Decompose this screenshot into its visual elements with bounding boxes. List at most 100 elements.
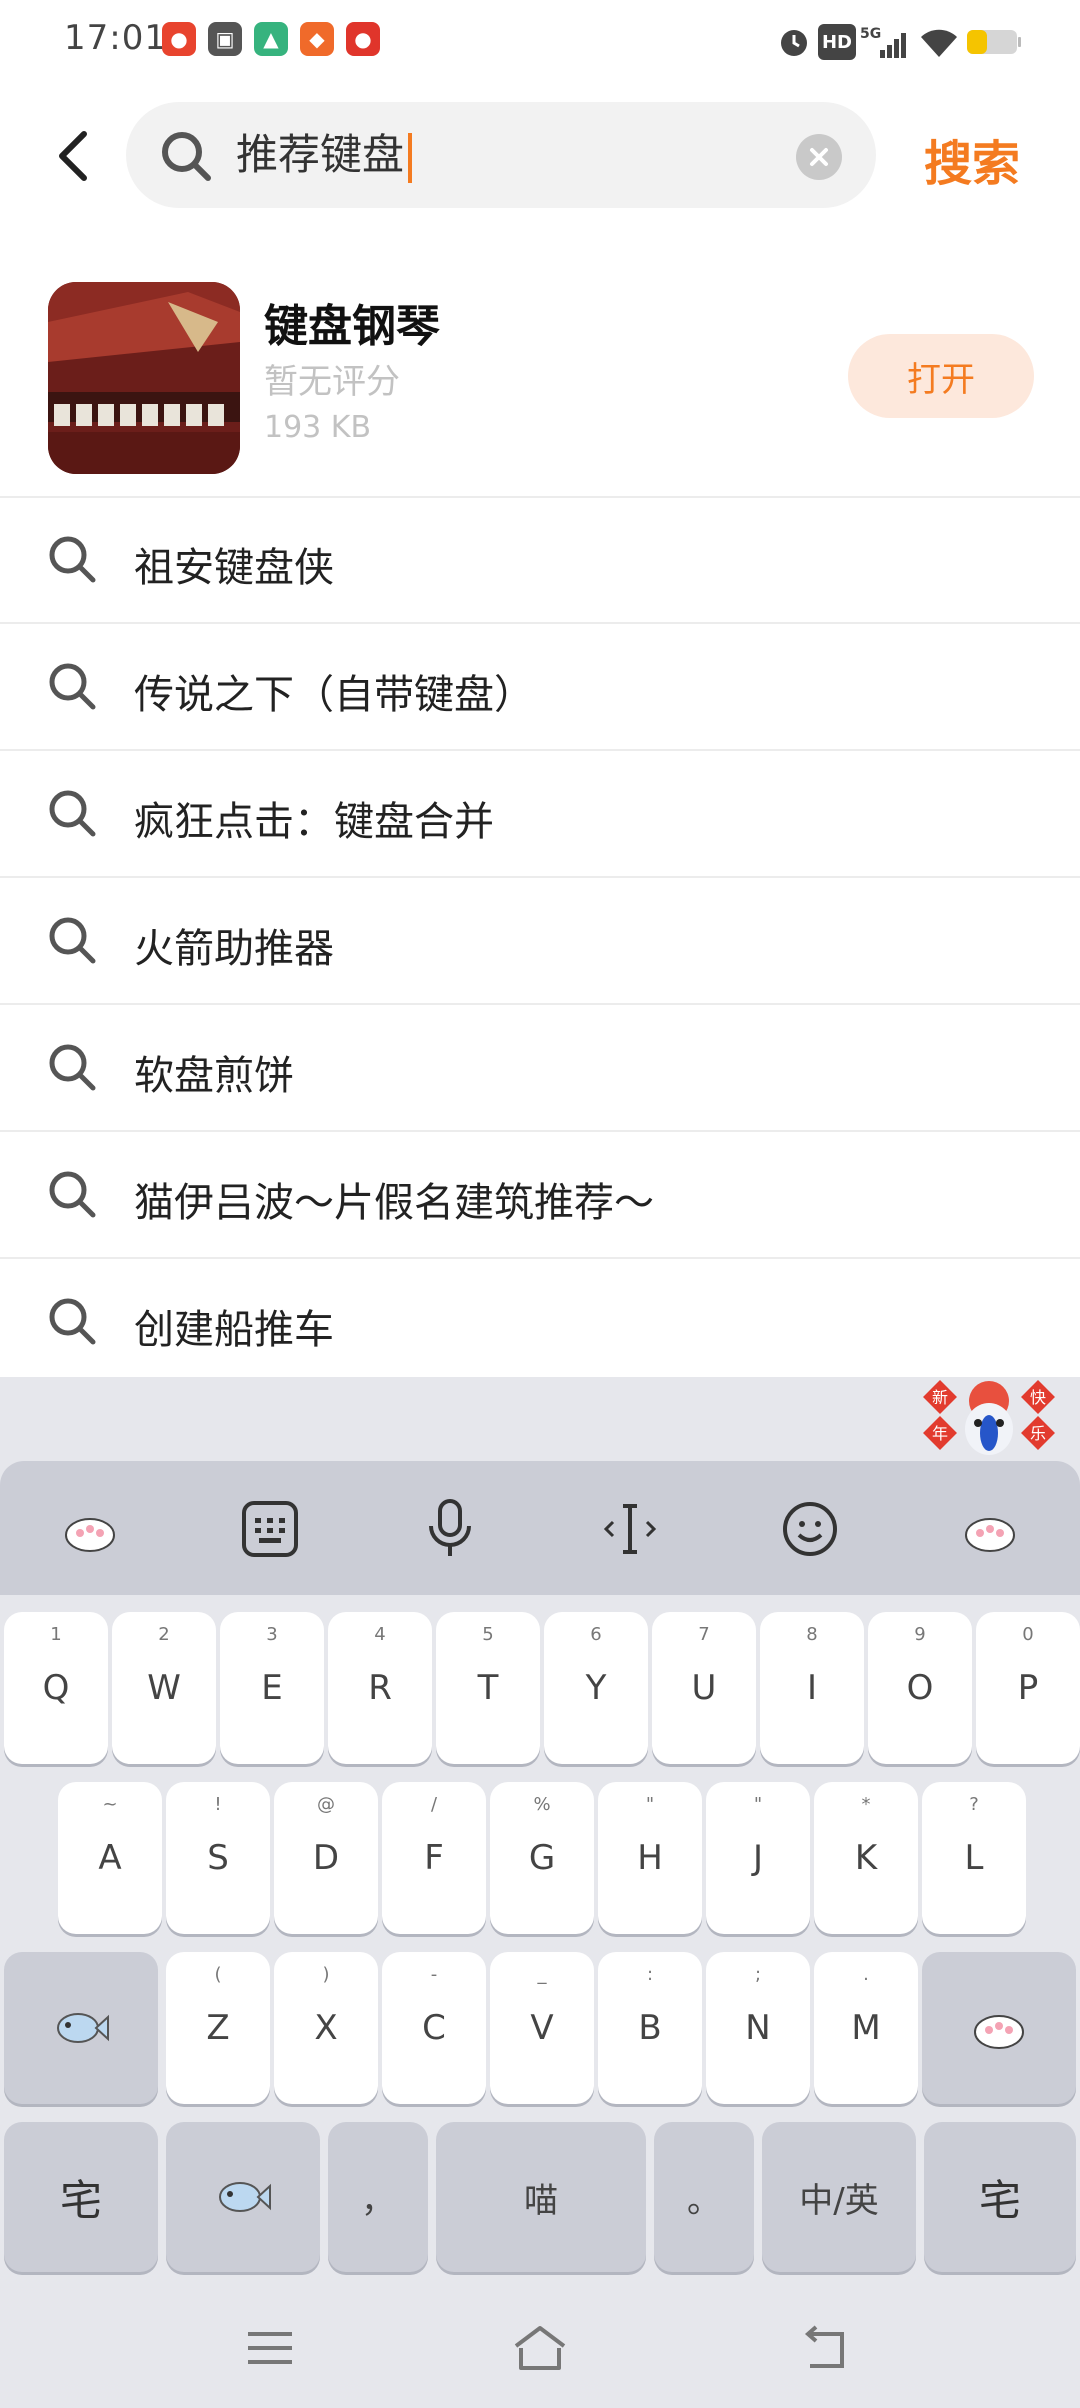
paw-icon[interactable] bbox=[52, 1491, 128, 1567]
key-f[interactable]: / F bbox=[382, 1782, 486, 1934]
key-o[interactable]: 9O bbox=[868, 1612, 972, 1764]
symbols-key[interactable]: 宅 bbox=[4, 2122, 158, 2272]
wifi-icon bbox=[916, 24, 962, 60]
key-label: K bbox=[854, 1838, 878, 1878]
delete-key[interactable] bbox=[922, 1952, 1076, 2104]
key-d[interactable]: @ D bbox=[274, 1782, 378, 1934]
key-y[interactable]: 6Y bbox=[544, 1612, 648, 1764]
app-size: 193 KB bbox=[264, 410, 372, 445]
enter-key[interactable]: 宅 bbox=[924, 2122, 1076, 2272]
key-b[interactable]: :B bbox=[598, 1952, 702, 2104]
app-icon bbox=[48, 282, 240, 474]
key-label: V bbox=[530, 2008, 554, 2048]
back-button[interactable] bbox=[44, 118, 100, 194]
key-m[interactable]: .M bbox=[814, 1952, 918, 2104]
key-e[interactable]: 3E bbox=[220, 1612, 324, 1764]
suggestion-item[interactable]: 祖安键盘侠 bbox=[0, 497, 1080, 624]
mascot-char-3: 乐 bbox=[1030, 1424, 1046, 1443]
suggestion-text: 火箭助推器 bbox=[134, 926, 334, 972]
key-z[interactable]: (Z bbox=[166, 1952, 270, 2104]
key-label: I bbox=[806, 1668, 818, 1708]
space-key[interactable]: 喵 bbox=[436, 2122, 646, 2272]
suggestion-item[interactable]: 传说之下（自带键盘） bbox=[0, 624, 1080, 751]
key-q[interactable]: 1Q bbox=[4, 1612, 108, 1764]
suggestion-item[interactable]: 火箭助推器 bbox=[0, 878, 1080, 1005]
shift-key[interactable] bbox=[4, 1952, 158, 2104]
app-result-card[interactable]: 键盘钢琴 暂无评分 193 KB 打开 bbox=[0, 270, 1080, 496]
key-c[interactable]: -C bbox=[382, 1952, 486, 2104]
key-s[interactable]: ! S bbox=[166, 1782, 270, 1934]
svg-text:5G: 5G bbox=[860, 26, 881, 42]
fish-icon bbox=[57, 2013, 109, 2043]
language-switch-key[interactable]: 中/英 bbox=[762, 2122, 916, 2272]
key-k[interactable]: * K bbox=[814, 1782, 918, 1934]
search-icon bbox=[49, 917, 96, 964]
keyboard-toolbar bbox=[0, 1461, 1080, 1595]
clear-search-button[interactable] bbox=[796, 134, 842, 180]
suggestion-item[interactable]: 猫伊吕波～片假名建筑推荐～ bbox=[0, 1132, 1080, 1259]
new-year-mascot-icon: 新 年 快 乐 bbox=[920, 1377, 1060, 1459]
suggestion-item[interactable]: 软盘煎饼 bbox=[0, 1005, 1080, 1132]
emoji-icon[interactable] bbox=[772, 1491, 848, 1567]
suggestion-item[interactable]: 创建船推车 bbox=[0, 1259, 1080, 1386]
key-i[interactable]: 8I bbox=[760, 1612, 864, 1764]
key-j[interactable]: " J bbox=[706, 1782, 810, 1934]
app-notif-icon: ◆ bbox=[300, 22, 334, 56]
key-t[interactable]: 5T bbox=[436, 1612, 540, 1764]
search-input[interactable]: 推荐键盘 bbox=[126, 102, 876, 208]
menu-nav-button[interactable] bbox=[230, 2308, 310, 2388]
suggestion-text: 疯狂点击：键盘合并 bbox=[134, 799, 494, 845]
key-w[interactable]: 2W bbox=[112, 1612, 216, 1764]
key-a[interactable]: ~ A bbox=[58, 1782, 162, 1934]
comma-key[interactable]: ， bbox=[328, 2122, 428, 2272]
signal-icon: 5G bbox=[860, 24, 908, 60]
key-x[interactable]: ) X bbox=[274, 1952, 378, 2104]
key-l[interactable]: ? L bbox=[922, 1782, 1026, 1934]
key-symbol: 0 bbox=[1022, 1624, 1034, 1645]
search-icon bbox=[49, 536, 96, 583]
period-key[interactable]: 。 bbox=[654, 2122, 754, 2272]
key-label: T bbox=[477, 1668, 499, 1708]
search-button[interactable]: 搜索 bbox=[924, 124, 1020, 194]
key-label: W bbox=[147, 1668, 181, 1708]
suggestion-text: 猫伊吕波～片假名建筑推荐～ bbox=[134, 1180, 654, 1226]
key-u[interactable]: 7U bbox=[652, 1612, 756, 1764]
home-nav-button[interactable] bbox=[500, 2308, 580, 2388]
hd-badge: HD bbox=[818, 24, 856, 60]
open-app-button[interactable]: 打开 bbox=[848, 334, 1034, 418]
key-label: N bbox=[745, 2008, 771, 2048]
microphone-icon[interactable] bbox=[412, 1491, 488, 1567]
back-arrow-icon bbox=[804, 2325, 844, 2368]
suggestion-text: 传说之下（自带键盘） bbox=[134, 672, 534, 718]
search-query-text[interactable]: 推荐键盘 bbox=[236, 126, 413, 184]
search-icon bbox=[49, 790, 96, 837]
key-symbol: . bbox=[863, 1964, 869, 1985]
key-p[interactable]: 0P bbox=[976, 1612, 1080, 1764]
app-name: 键盘钢琴 bbox=[264, 301, 440, 352]
key-symbol: 4 bbox=[374, 1624, 386, 1645]
paw-icon[interactable] bbox=[952, 1491, 1028, 1567]
app-notif-icon: ● bbox=[346, 22, 380, 56]
key-symbol: : bbox=[646, 1964, 654, 1985]
key-v[interactable]: _ V bbox=[490, 1952, 594, 2104]
app-notif-icon: ▲ bbox=[254, 22, 288, 56]
keyboard-icon[interactable] bbox=[232, 1491, 308, 1567]
key-symbol: ? bbox=[969, 1794, 979, 1815]
close-icon bbox=[810, 148, 828, 166]
suggestion-item[interactable]: 疯狂点击：键盘合并 bbox=[0, 751, 1080, 878]
key-label: E bbox=[261, 1668, 283, 1708]
back-nav-button[interactable] bbox=[784, 2308, 864, 2388]
key-symbol: 9 bbox=[914, 1624, 926, 1645]
key-r[interactable]: 4R bbox=[328, 1612, 432, 1764]
key-label: 喵 bbox=[524, 2180, 558, 2221]
key-symbol: _ bbox=[537, 1964, 547, 1985]
key-h[interactable]: " H bbox=[598, 1782, 702, 1934]
key-symbol: 1 bbox=[50, 1624, 62, 1645]
text-cursor-icon[interactable] bbox=[592, 1491, 668, 1567]
search-icon bbox=[49, 1298, 96, 1345]
key-n[interactable]: ; N bbox=[706, 1952, 810, 2104]
key-symbol: " bbox=[645, 1794, 655, 1815]
key-g[interactable]: % G bbox=[490, 1782, 594, 1934]
key-symbol: ) bbox=[322, 1964, 330, 1985]
emoji-fish-key[interactable] bbox=[166, 2122, 320, 2272]
